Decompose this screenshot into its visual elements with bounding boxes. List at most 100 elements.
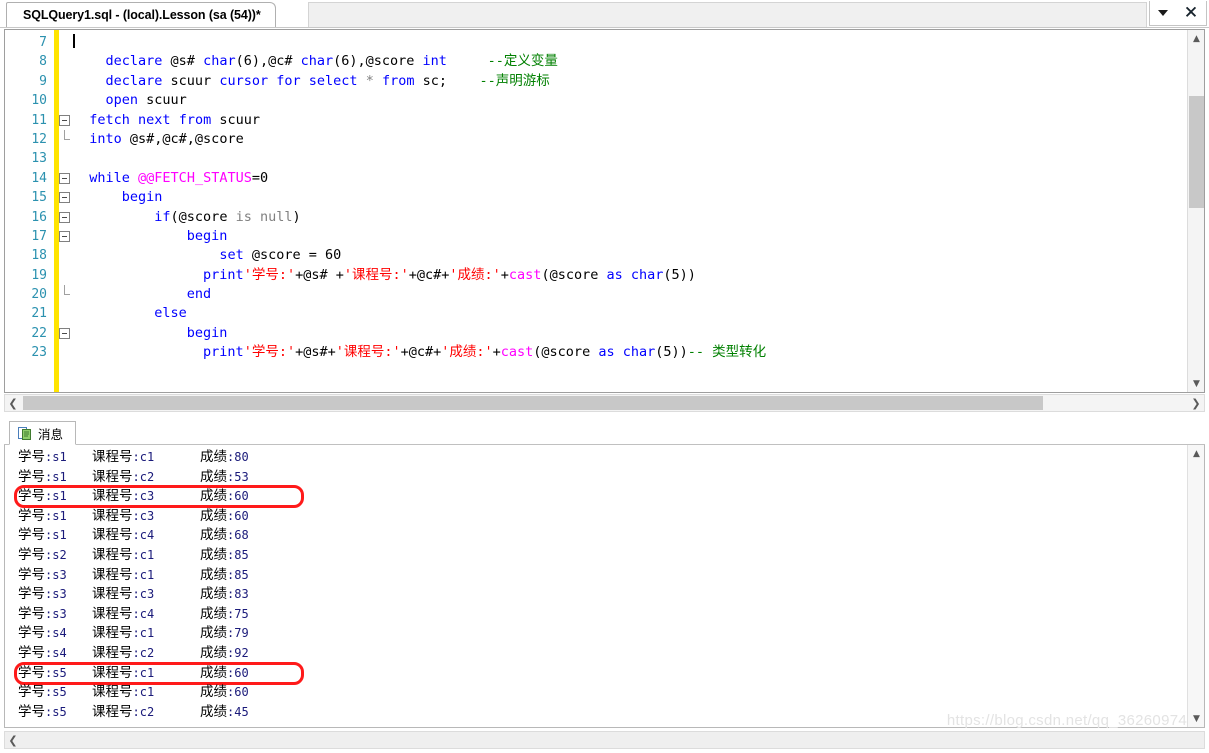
close-icon[interactable] — [1184, 5, 1198, 22]
line-number: 18 — [31, 248, 47, 264]
code-line[interactable]: print'学号:'+@s# +'课程号:'+@c#+'成绩:'+cast(@s… — [73, 266, 1204, 285]
code-line[interactable]: open scuur — [73, 91, 1204, 110]
fold-collapse-icon[interactable] — [59, 230, 70, 242]
sql-code-editor[interactable]: 7 8 9 10 11 12 13 14 15 16 17 18 19 20 21 22 23 declare … — [4, 29, 1205, 393]
code-line[interactable]: set @score = 60 — [73, 246, 1204, 265]
score-value: :60 — [227, 508, 249, 523]
chevron-down-icon[interactable]: ▼ — [1188, 375, 1204, 392]
fold-marker[interactable] — [59, 169, 73, 188]
code-line[interactable]: while @@FETCH_STATUS=0 — [73, 169, 1204, 188]
code-line[interactable]: else — [73, 304, 1204, 323]
fold-marker — [59, 304, 73, 323]
code-token: + — [492, 344, 501, 361]
code-token: (5)) — [663, 266, 696, 283]
messages-horizontal-scrollbar[interactable]: ❮ — [4, 731, 1205, 749]
fold-marker[interactable] — [59, 324, 73, 343]
code-line[interactable]: begin — [73, 227, 1204, 246]
fold-marker[interactable] — [59, 188, 73, 207]
label-student: 学号 — [18, 586, 45, 603]
code-line[interactable] — [73, 33, 1204, 52]
fold-collapse-icon[interactable] — [59, 327, 70, 339]
code-line[interactable] — [73, 149, 1204, 168]
fold-collapse-icon[interactable] — [59, 211, 70, 223]
label-course: 课程号 — [92, 703, 133, 720]
code-token: (@score — [541, 266, 607, 283]
editor-vertical-scroll-thumb[interactable] — [1189, 96, 1204, 208]
line-number: 14 — [31, 170, 47, 186]
code-token: +@c#+ — [408, 266, 450, 283]
label-course: 课程号 — [92, 488, 133, 505]
editor-horizontal-scrollbar[interactable]: ❮ ❯ — [4, 394, 1205, 412]
message-row: 学号:s2 课程号:c1 成绩:85 — [18, 546, 1186, 566]
chevron-left-icon[interactable]: ❮ — [5, 395, 21, 411]
chevron-down-icon[interactable] — [1157, 10, 1168, 16]
messages-output-panel[interactable]: 学号:s1 课程号:c1 成绩:80 学号:s1 课程号:c2 成绩:53 学号:s1 课程号… — [4, 445, 1205, 728]
course-value: :c4 — [132, 606, 155, 621]
results-tab-strip: 消息 — [4, 421, 1205, 445]
code-token: begin — [186, 324, 228, 341]
label-score: 成绩 — [200, 644, 227, 661]
code-token: =0 — [251, 169, 269, 186]
editor-vertical-scrollbar[interactable]: ▲ ▼ — [1187, 30, 1204, 392]
code-line[interactable]: begin — [73, 324, 1204, 343]
course-cell: 课程号:c2 — [92, 644, 200, 664]
message-row: 学号:s3 课程号:c3 成绩:83 — [18, 585, 1186, 605]
code-line[interactable]: end — [73, 285, 1204, 304]
editor-horizontal-scroll-thumb[interactable] — [23, 396, 1043, 410]
score-value: :60 — [227, 489, 249, 504]
line-number: 21 — [31, 306, 47, 322]
code-line[interactable]: fetch next from scuur — [73, 111, 1204, 130]
course-cell: 课程号:c4 — [92, 526, 200, 546]
chevron-up-icon[interactable]: ▲ — [1188, 30, 1204, 47]
line-number: 12 — [31, 131, 47, 147]
fold-collapse-icon[interactable] — [59, 114, 70, 126]
tab-messages-label: 消息 — [38, 426, 64, 442]
messages-vertical-scrollbar[interactable]: ▲ ▼ — [1187, 445, 1204, 727]
fold-collapse-icon[interactable] — [59, 192, 70, 204]
label-score: 成绩 — [200, 488, 227, 505]
chevron-down-icon[interactable]: ▼ — [1188, 710, 1204, 727]
code-line[interactable]: declare @s# char(6),@c# char(6),@score i… — [73, 52, 1204, 71]
code-text-area[interactable]: declare @s# char(6),@c# char(6),@score i… — [73, 33, 1204, 392]
code-line[interactable]: begin — [73, 188, 1204, 207]
message-row: 学号:s3 课程号:c4 成绩:75 — [18, 605, 1186, 625]
document-tab-sqlquery1[interactable]: SQLQuery1.sql - (local).Lesson (sa (54))… — [6, 2, 276, 27]
fold-marker[interactable] — [59, 129, 73, 149]
line-number: 22 — [31, 325, 47, 341]
fold-marker[interactable] — [59, 227, 73, 246]
fold-marker[interactable] — [59, 208, 73, 227]
student-value: :s5 — [45, 665, 67, 680]
chevron-right-icon[interactable]: ❯ — [1188, 395, 1204, 411]
student-value: :s4 — [45, 645, 67, 660]
code-token: open — [105, 92, 139, 109]
chevron-up-icon[interactable]: ▲ — [1188, 445, 1204, 462]
code-token: cast — [500, 344, 534, 361]
code-token: begin — [121, 189, 163, 206]
label-student: 学号 — [18, 684, 45, 701]
code-folding-column[interactable] — [59, 33, 73, 392]
code-line[interactable]: print'学号:'+@s#+'课程号:'+@c#+'成绩:'+cast(@sc… — [73, 343, 1204, 362]
score-cell: 成绩:53 — [200, 469, 249, 485]
fold-marker[interactable] — [59, 111, 73, 130]
code-line[interactable]: into @s#,@c#,@score — [73, 130, 1204, 149]
chevron-left-icon[interactable]: ❮ — [5, 732, 21, 748]
fold-collapse-icon[interactable] — [59, 172, 70, 184]
tab-messages[interactable]: 消息 — [9, 421, 77, 445]
code-line[interactable]: declare scuur cursor for select * from s… — [73, 72, 1204, 91]
code-line[interactable]: if(@score is null) — [73, 208, 1204, 227]
label-student: 学号 — [18, 664, 45, 681]
code-token: char — [300, 53, 334, 70]
course-value: :c1 — [132, 626, 155, 641]
student-cell: 学号:s1 — [18, 526, 92, 546]
fold-marker[interactable] — [59, 285, 73, 304]
line-number: 13 — [31, 151, 47, 167]
code-token: char — [622, 344, 656, 361]
message-row: 学号:s5 课程号:c1 成绩:60 — [18, 683, 1186, 703]
fold-marker — [59, 33, 73, 52]
fold-end-icon — [64, 129, 70, 140]
label-score: 成绩 — [200, 605, 227, 622]
